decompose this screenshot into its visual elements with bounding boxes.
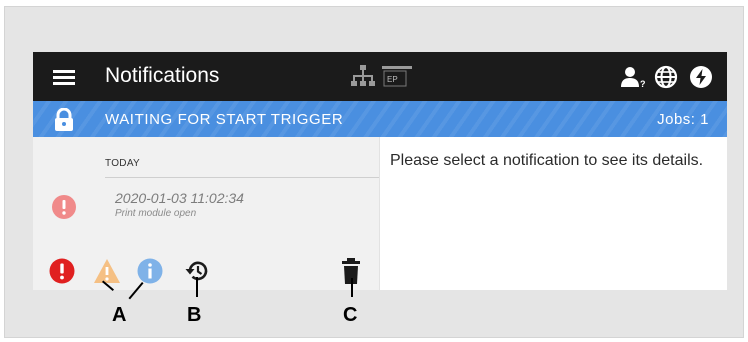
notification-message: Print module open — [115, 208, 197, 219]
lock-icon — [55, 108, 73, 131]
status-bar: WAITING FOR START TRIGGER Jobs: 1 — [33, 101, 727, 137]
jobs-count: Jobs: 1 — [657, 111, 709, 128]
callout-line-c — [351, 278, 353, 297]
notification-timestamp: 2020-01-03 11:02:34 — [115, 190, 244, 206]
callout-label-c: C — [343, 304, 358, 326]
callout-label-a: A — [112, 304, 127, 326]
network-icon — [351, 65, 375, 86]
filter-error-icon[interactable] — [49, 258, 75, 284]
notification-detail-placeholder: Please select a notification to see its … — [390, 152, 704, 169]
menu-icon[interactable] — [53, 70, 75, 85]
filter-warning-icon[interactable] — [93, 258, 121, 284]
section-label-today: TODAY — [105, 158, 141, 169]
callout-line-b — [196, 277, 198, 297]
user-icon[interactable] — [621, 66, 641, 88]
user-unknown-marker: ? — [640, 79, 646, 89]
globe-icon[interactable] — [654, 65, 678, 89]
top-bar: Notifications EP ? — [33, 52, 727, 101]
ep-label: EP — [387, 75, 398, 84]
page-title: Notifications — [105, 64, 220, 87]
status-text: WAITING FOR START TRIGGER — [105, 111, 344, 128]
notifications-app: Notifications EP ? WAITING FOR START TRI… — [33, 52, 727, 290]
notification-list-pane: TODAY 2020-01-03 11:02:34 Print module o… — [33, 137, 380, 290]
callout-label-b: B — [187, 304, 202, 326]
filter-info-icon[interactable] — [137, 258, 163, 284]
error-icon — [52, 195, 76, 219]
notification-item[interactable]: 2020-01-03 11:02:34 Print module open — [33, 178, 379, 234]
power-icon[interactable] — [689, 65, 713, 89]
